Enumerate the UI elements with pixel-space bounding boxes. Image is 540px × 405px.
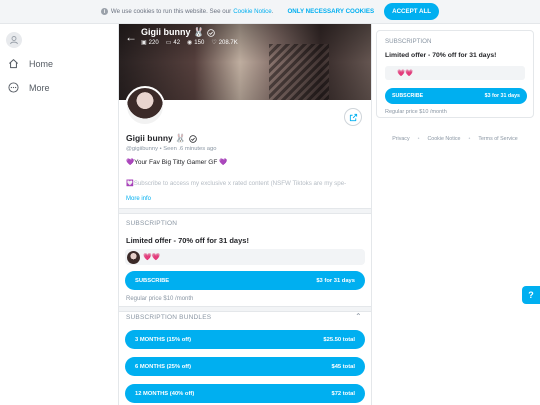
subscribe-label: SUBSCRIBE [135,277,170,284]
right-hearts: 💗💗 [385,66,525,80]
bundles-title: SUBSCRIPTION BUNDLES [126,314,212,321]
profile-column: ← Gigii bunny 🐰 ▣ 220 ▭ 42 ◉ 150 ♡ 208.7K Gi… [118,24,372,405]
videos-icon: ▭ [165,40,172,46]
only-necessary-cookies-button[interactable]: ONLY NECESSARY COOKIES [287,8,374,15]
nav-more-label: More [29,82,50,93]
bundle-price: $25.50 total [323,336,355,343]
cookie-notice-footer-link[interactable]: Cookie Notice [427,136,460,142]
chevron-up-icon[interactable]: ⌃ [355,312,362,321]
share-icon [349,113,357,121]
back-arrow-icon[interactable]: ← [125,30,137,44]
videos-count: 42 [173,40,181,46]
profile-bio-continued: 💟Subscribe to access my exclusive x rate… [126,180,347,187]
more-icon [8,82,19,93]
profile-meta: @gigiibunny • Seen .6 minutes ago [126,146,217,152]
info-icon: i [100,8,108,15]
subscription-title: SUBSCRIPTION [126,220,178,227]
user-avatar[interactable] [6,32,22,48]
footer-links: Privacy • Cookie Notice • Terms of Servi… [392,136,518,142]
profile-stats: ▣ 220 ▭ 42 ◉ 150 ♡ 208.7K [141,39,238,46]
help-button[interactable]: ? [522,286,540,304]
user-icon [10,36,18,45]
likes-icon: ♡ [211,40,217,46]
subscribe-button[interactable]: SUBSCRIBE $3 for 31 days [125,271,365,290]
mini-avatar [127,250,140,264]
cover-image: ← Gigii bunny 🐰 ▣ 220 ▭ 42 ◉ 150 ♡ 208.7K [119,24,371,100]
verified-icon [207,28,215,37]
bundle-price: $72 total [331,390,355,397]
subscription-offer: Limited offer - 70% off for 31 days! [126,236,249,245]
profile-bio: 💜Your Fav Big Titty Gamer GF 💜 [126,159,228,166]
subscribe-price: $3 for 31 days [316,277,355,284]
more-info-link[interactable]: More info [126,196,151,202]
terms-link[interactable]: Terms of Service [478,136,517,142]
streams-count: 150 [194,40,205,46]
right-subscription-card: SUBSCRIPTION Limited offer - 70% off for… [376,30,534,118]
profile-avatar[interactable] [125,86,165,126]
verified-icon [188,134,197,143]
section-divider [119,208,371,214]
bundle-label: 12 MONTHS (40% off) [135,390,195,397]
regular-price: Regular price $10 /month [126,296,194,302]
streams-icon: ◉ [187,40,193,46]
section-divider [119,306,371,312]
profile-name: Gigii bunny 🐰 [126,133,186,143]
subscribe-label: SUBSCRIBE [392,93,424,99]
right-subscription-title: SUBSCRIPTION [385,38,432,45]
bundle-price: $45 total [331,363,355,370]
bundle-label: 3 MONTHS (15% off) [135,336,192,343]
offer-message: 💗💗 [125,249,365,265]
bundle-label: 6 MONTHS (25% off) [135,363,192,370]
cookie-notice-link[interactable]: Cookie Notice [233,8,272,15]
nav-item-home[interactable]: Home [8,58,53,69]
bundle-12-months-button[interactable]: 12 MONTHS (40% off) $72 total [125,384,365,403]
home-icon [9,59,18,69]
nav-home-label: Home [29,58,54,69]
privacy-link[interactable]: Privacy [392,136,409,142]
cookie-banner: i We use cookies to run this website. Se… [0,0,540,24]
likes-count: 208.7K [218,40,238,46]
nav-item-more[interactable]: More [8,82,50,93]
accept-all-cookies-button[interactable]: ACCEPT ALL [384,3,440,20]
bundle-6-months-button[interactable]: 6 MONTHS (25% off) $45 total [125,357,365,376]
last-seen: Seen .6 minutes ago [163,146,217,152]
right-regular-price: Regular price $10 /month [385,109,447,115]
cover-profile-name: Gigii bunny 🐰 [141,27,205,37]
share-button[interactable] [344,108,362,126]
subscribe-price: $3 for 31 days [484,93,520,99]
right-subscription-offer: Limited offer - 70% off for 31 days! [385,52,497,59]
hearts-text: 💗💗 [143,254,161,261]
bundle-3-months-button[interactable]: 3 MONTHS (15% off) $25.50 total [125,330,365,349]
photos-count: 220 [148,40,159,46]
cookie-text: We use cookies to run this website. See … [110,8,232,15]
photos-icon: ▣ [141,40,147,46]
profile-handle: @gigiibunny [126,146,158,152]
right-subscribe-button[interactable]: SUBSCRIBE $3 for 31 days [385,88,527,104]
